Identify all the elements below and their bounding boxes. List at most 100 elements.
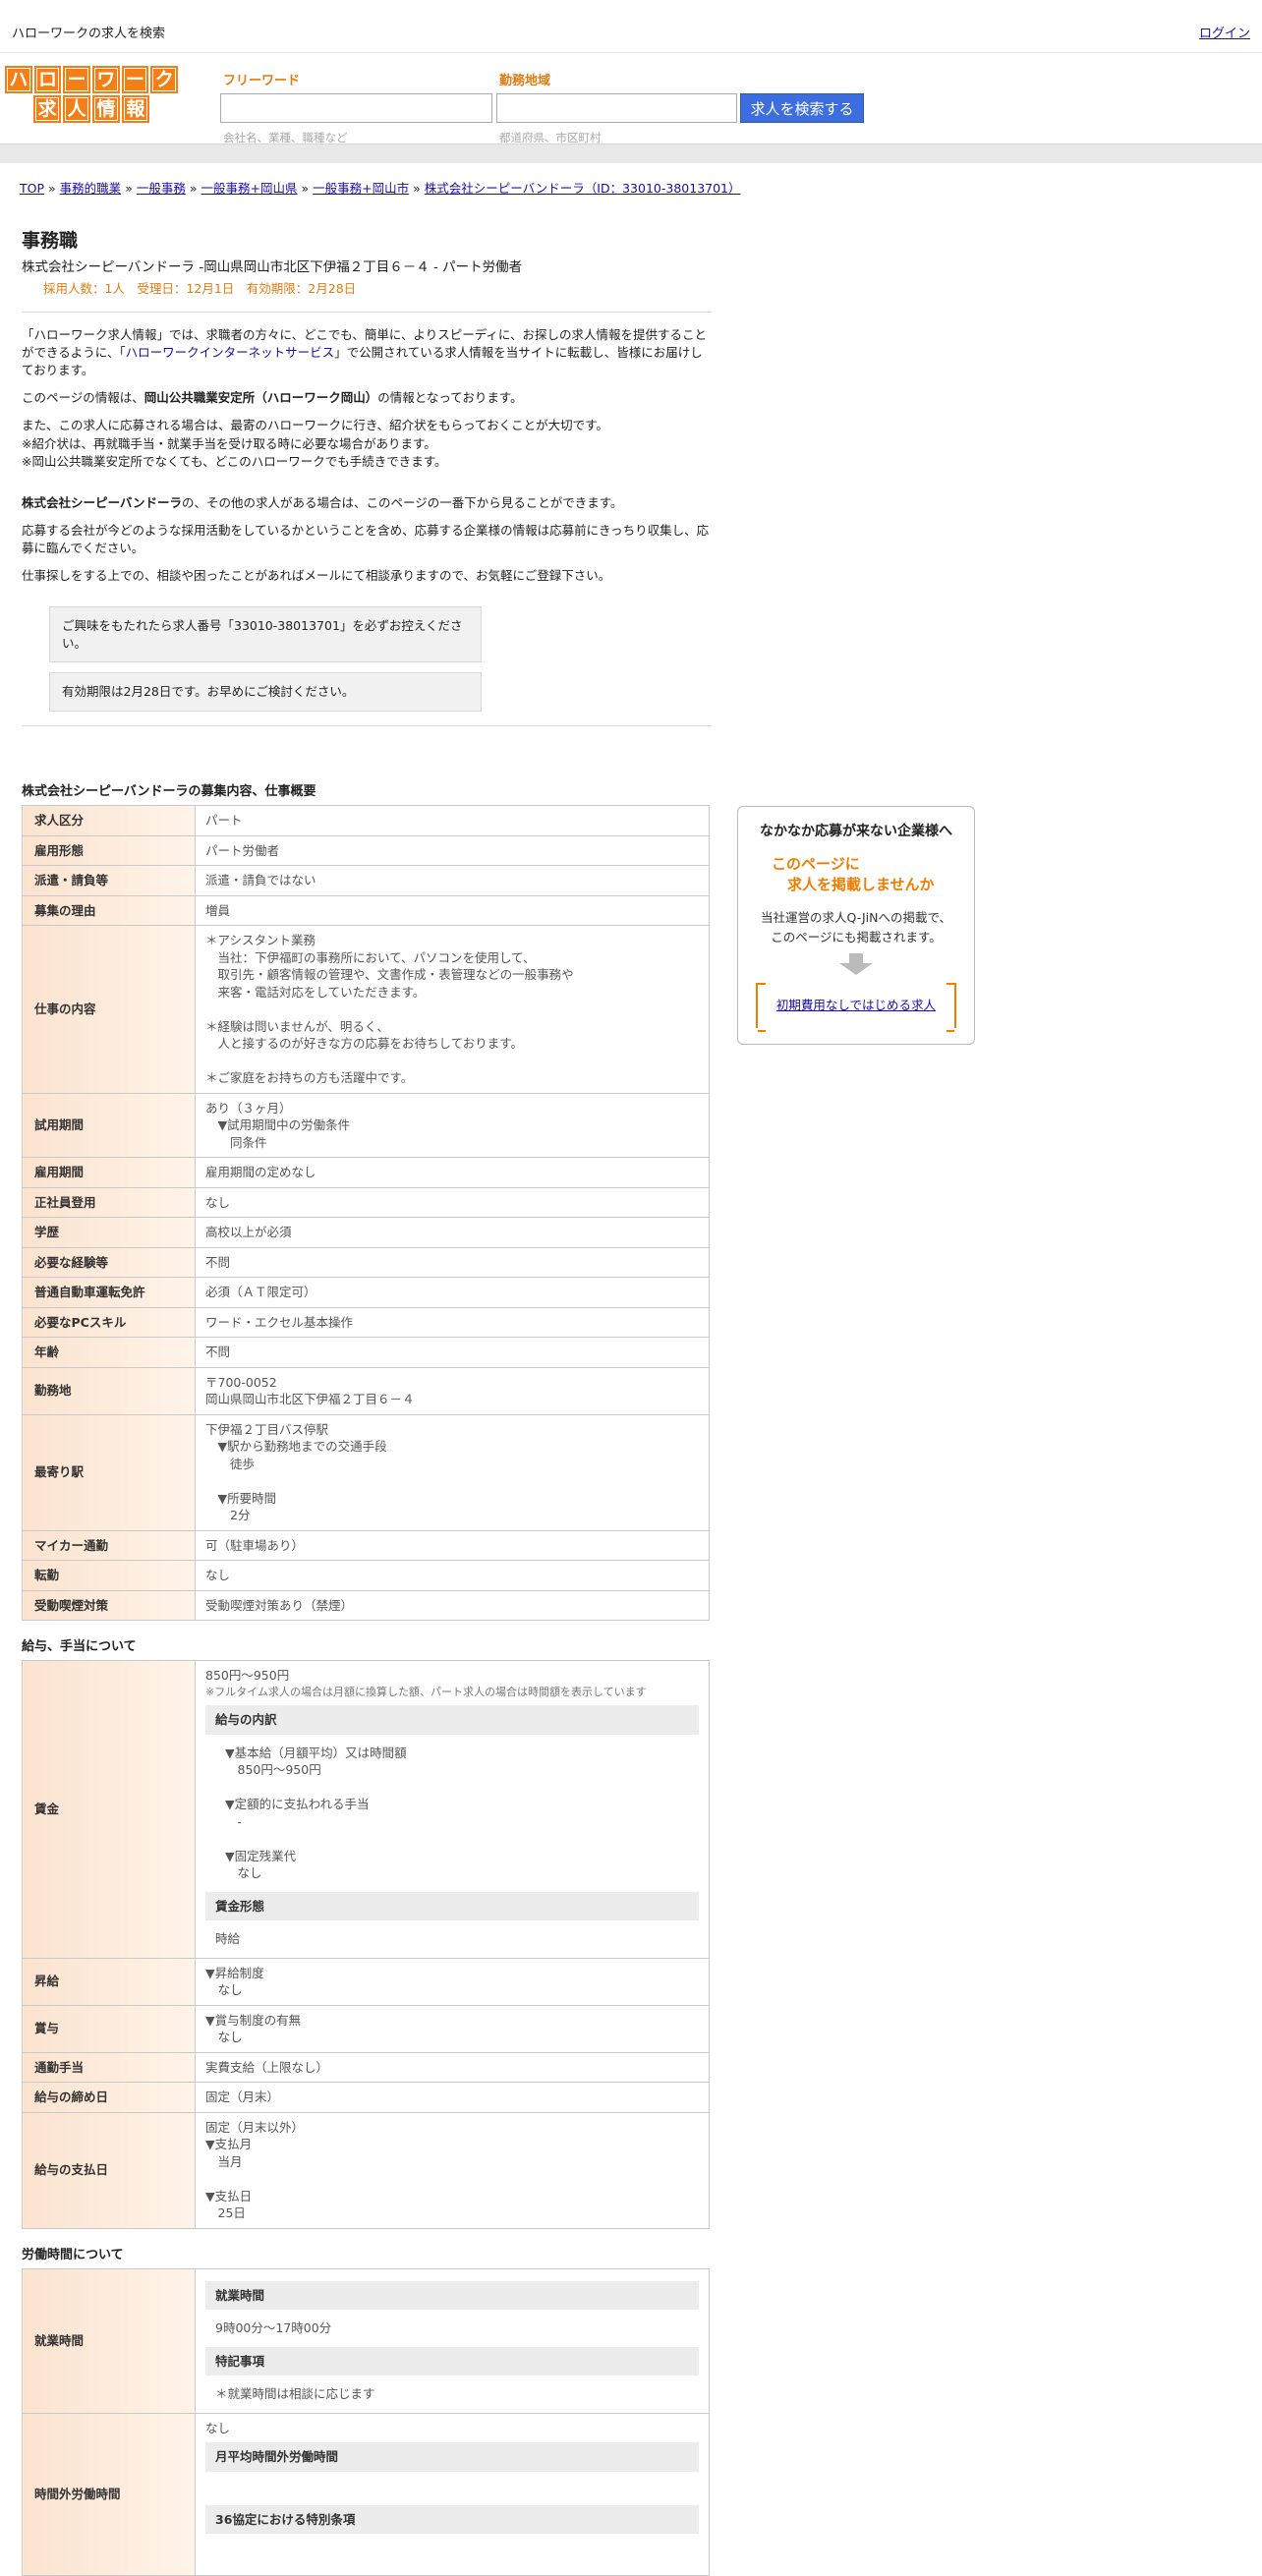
table-row: 普通自動車運転免許 必須（ＡＴ限定可）	[22, 1277, 710, 1308]
ad-desc-line-1: 当社運営の求人Q-JiNへの掲載で、	[761, 910, 951, 926]
site-logo[interactable]: ハ ロ ー ワ ー ク 求 人 情 報	[5, 66, 179, 125]
breadcrumb-separator: »	[413, 181, 421, 196]
table-row: 必要な経験等 不問	[22, 1246, 710, 1279]
breadcrumb-link[interactable]: 一般事務	[137, 181, 186, 196]
free-word-label: フリーワード	[223, 74, 301, 88]
free-word-input[interactable]	[220, 93, 492, 123]
logo-row-1: ハ ロ ー ワ ー ク	[5, 66, 179, 93]
avg-overtime-heading: 月平均時間外労働時間	[205, 2442, 699, 2472]
row-label: 求人区分	[22, 805, 196, 836]
down-arrow-icon	[839, 953, 873, 976]
row-label: 転勤	[22, 1560, 196, 1591]
table-row: 賞与 ▼賞与制度の有無 なし	[22, 2004, 710, 2053]
breadcrumb-link[interactable]: TOP	[20, 181, 44, 196]
table-row: 派遣・請負等 派遣・請負ではない	[22, 865, 710, 896]
header-divider-bar	[0, 143, 1262, 163]
row-value: 固定（月末以外） ▼支払月 当月 ▼支払日 25日	[195, 2111, 710, 2229]
table-row: 勤務地 〒700-0052 岡山県岡山市北区下伊福２丁目６－４	[22, 1366, 710, 1415]
table-row: 通勤手当 実費支給（上限なし）	[22, 2051, 710, 2084]
table-row: 時間外労働時間 なし 月平均時間外労働時間 36協定における特別条項	[22, 2412, 710, 2576]
main-content: 事務職 株式会社シーピーバンドーラ -岡山県岡山市北区下伊福２丁目６－４ - パ…	[22, 228, 712, 2576]
breadcrumb-separator: »	[301, 181, 310, 196]
table-row: 仕事の内容 ＊アシスタント業務 当社：下伊福町の事務所において、パソコンを使用して…	[22, 925, 710, 1094]
breadcrumb-link[interactable]: 事務的職業	[60, 181, 122, 196]
row-value: ▼賞与制度の有無 なし	[195, 2004, 710, 2053]
table-row: 昇給 ▼昇給制度 なし	[22, 1957, 710, 2006]
table-row: 正社員登用 なし	[22, 1186, 710, 1219]
divider	[22, 311, 712, 313]
row-label: 正社員登用	[22, 1186, 196, 1219]
row-label: 派遣・請負等	[22, 865, 196, 896]
row-value: 不問	[195, 1246, 710, 1279]
wage-note: ※フルタイム求人の場合は月額に換算した額、パート求人の場合は時間額を表示していま…	[205, 1685, 647, 1698]
ad-catch-line-2: 求人を掲載しませんか	[787, 876, 935, 894]
row-label: 受動喫煙対策	[22, 1589, 196, 1622]
row-label: 試用期間	[22, 1092, 196, 1159]
table-row: 雇用形態 パート労働者	[22, 834, 710, 867]
row-value: ＊アシスタント業務 当社：下伊福町の事務所において、パソコンを使用して、 取引先…	[195, 925, 710, 1094]
row-label: 賞与	[22, 2004, 196, 2053]
table-row: 最寄り駅 下伊福２丁目バス停駅 ▼駅から勤務地までの交通手段 徒歩 ▼所要時間 2…	[22, 1413, 710, 1531]
row-value: 下伊福２丁目バス停駅 ▼駅から勤務地までの交通手段 徒歩 ▼所要時間 2分	[195, 1413, 710, 1531]
hellowork-internet-service-link[interactable]: ハローワークインターネットサービス	[126, 345, 335, 360]
start-recruiting-link[interactable]: 初期費用なしではじめる求人	[776, 997, 936, 1014]
intro-text: の、その他の求人がある場合は、このページの一番下から見ることができます。	[182, 494, 623, 510]
row-value: ▼昇給制度 なし	[195, 1957, 710, 2006]
overtime-value: なし	[205, 2420, 231, 2435]
work-hours-value: 9時00分〜17時00分	[215, 2320, 332, 2336]
intro-paragraph-5: 応募する会社が今どのような採用活動をしているかということを含め、応募する企業様の…	[22, 522, 710, 556]
logo-char: ロ	[33, 66, 62, 93]
row-label: マイカー通勤	[22, 1529, 196, 1562]
row-value: ワード・エクセル基本操作	[195, 1306, 710, 1339]
row-label: 仕事の内容	[22, 925, 196, 1094]
logo-char: ク	[150, 66, 179, 93]
work-hours-heading: 就業時間	[205, 2280, 699, 2311]
area-label: 勤務地域	[499, 74, 551, 88]
row-label: 昇給	[22, 1957, 196, 2006]
breadcrumb-link-current[interactable]: 株式会社シーピーバンドーラ（ID：33010-38013701）	[425, 181, 741, 196]
row-label: 就業時間	[22, 2267, 196, 2414]
ad-catchphrase: このページに 求人を掲載しませんか	[738, 854, 974, 897]
login-link[interactable]: ログイン	[1199, 26, 1250, 43]
row-label: 学歴	[22, 1217, 196, 1248]
row-label: 給与の締め日	[22, 2082, 196, 2113]
row-value: 雇用期間の定めなし	[195, 1157, 710, 1188]
breadcrumb-separator: »	[48, 181, 56, 196]
row-label: 最寄り駅	[22, 1413, 196, 1531]
area-input[interactable]	[496, 93, 737, 123]
summary-section-title: 株式会社シーピーバンドーラの募集内容、仕事概要	[22, 783, 316, 799]
wage-form-value: 時給	[215, 1931, 241, 1947]
hours-section-title: 労働時間について	[22, 2247, 124, 2262]
ad-description: 当社運営の求人Q-JiNへの掲載で、 このページにも掲載されます。	[738, 908, 974, 947]
breakdown-value: ▼基本給（月額平均）又は時間額 850円〜950円 ▼定額的に支払われる手当 -…	[225, 1745, 407, 1881]
ad-title: なかなか応募が来ない企業様へ	[760, 824, 952, 839]
breadcrumb-link[interactable]: 一般事務+岡山県	[201, 181, 298, 196]
search-jobs-button[interactable]: 求人を検索する	[740, 93, 864, 123]
row-label: 給与の支払日	[22, 2111, 196, 2229]
table-row: 学歴 高校以上が必須	[22, 1217, 710, 1248]
company-line: 株式会社シーピーバンドーラ -岡山県岡山市北区下伊福２丁目６－４ - パート労働…	[22, 258, 523, 275]
table-row: 転勤 なし	[22, 1560, 710, 1591]
sidebar-recruit-ad: なかなか応募が来ない企業様へ このページに 求人を掲載しませんか 当社運営の求人…	[737, 806, 975, 1045]
breadcrumb-link[interactable]: 一般事務+岡山市	[313, 181, 409, 196]
intro-text: このページの情報は、	[22, 390, 144, 406]
row-value: 不問	[195, 1337, 710, 1368]
row-label: 必要な経験等	[22, 1246, 196, 1279]
logo-char: ワ	[92, 66, 120, 93]
row-value: 固定（月末）	[195, 2082, 710, 2113]
row-label: 勤務地	[22, 1366, 196, 1415]
top-bar: ハローワークの求人を検索 ログイン	[0, 0, 1262, 53]
row-label: 時間外労働時間	[22, 2412, 196, 2576]
special-clause-heading: 36協定における特別条項	[205, 2504, 699, 2535]
salary-section-title: 給与、手当について	[22, 1639, 137, 1655]
row-label: 賃金	[22, 1660, 196, 1959]
table-row: 受動喫煙対策 受動喫煙対策あり（禁煙）	[22, 1589, 710, 1622]
table-row: 給与の支払日 固定（月末以外） ▼支払月 当月 ▼支払日 25日	[22, 2111, 710, 2229]
wage-form-heading: 賃金形態	[205, 1891, 699, 1921]
wage-value: 850円〜950円	[205, 1668, 290, 1684]
row-value: パート労働者	[195, 834, 710, 867]
ad-link-frame: 初期費用なしではじめる求人	[756, 983, 956, 1033]
row-label: 通勤手当	[22, 2051, 196, 2084]
free-word-hint: 会社名、業種、職種など	[223, 131, 348, 144]
header: ハ ロ ー ワ ー ク 求 人 情 報 フリーワード 会社名、業種、職種など 勤…	[0, 53, 1262, 144]
